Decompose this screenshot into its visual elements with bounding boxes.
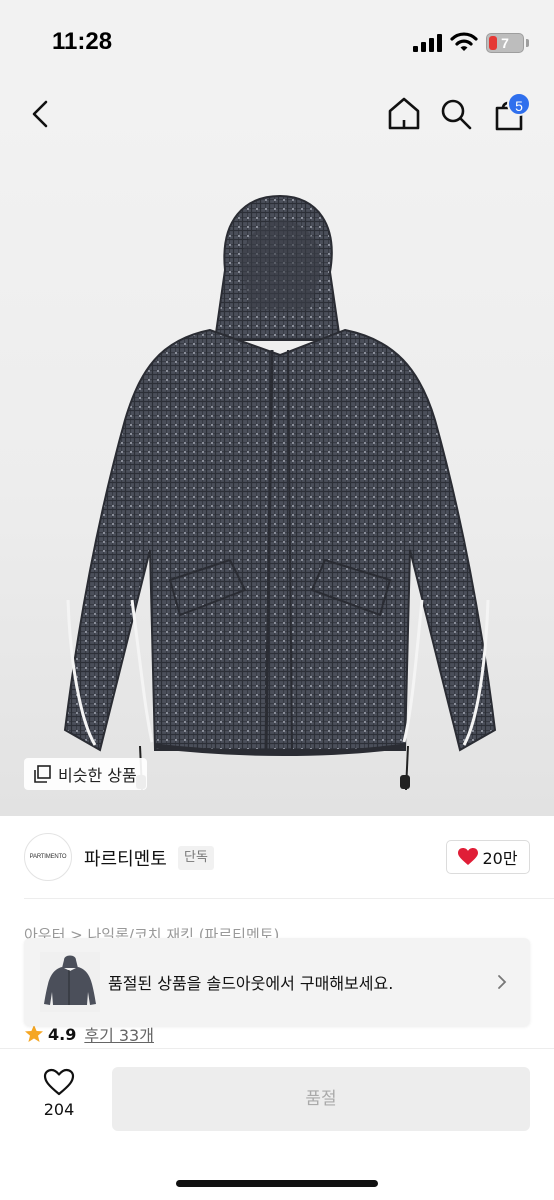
copy-icon	[34, 765, 51, 783]
soldout-message: 품절된 상품을 솔드아웃에서 구매해보세요.	[108, 974, 394, 993]
brand-like-count: 20만	[482, 849, 518, 868]
back-icon[interactable]	[20, 92, 64, 136]
buy-button-soldout[interactable]: 품절	[112, 1067, 530, 1131]
heart-outline-icon	[43, 1068, 75, 1096]
wishlist-count: 204	[43, 1100, 75, 1119]
chevron-right-icon	[498, 975, 507, 989]
wishlist-button[interactable]: 204	[30, 1068, 88, 1128]
popup-product-thumbnail	[40, 952, 100, 1012]
star-icon	[25, 1025, 43, 1042]
signal-icon	[413, 34, 442, 52]
home-indicator[interactable]	[176, 1180, 378, 1187]
rating-score: 4.9	[48, 1024, 77, 1044]
heart-filled-icon	[458, 848, 479, 865]
product-image-jacket[interactable]	[40, 190, 514, 800]
brand-name[interactable]: 파르티멘토	[84, 845, 167, 871]
exclusive-badge: 단독	[178, 846, 214, 870]
brand-like-button[interactable]: 20만	[446, 840, 530, 874]
search-icon[interactable]	[434, 92, 478, 136]
cart-count-badge: 5	[507, 92, 531, 116]
soldout-banner[interactable]: 품절된 상품을 솔드아웃에서 구매해보세요.	[24, 938, 530, 1026]
battery-level: 7	[501, 35, 509, 51]
brand-logo[interactable]: PARTIMENTO	[24, 833, 72, 881]
home-icon[interactable]	[382, 92, 426, 136]
wifi-icon	[450, 32, 478, 51]
battery-icon: 7	[486, 33, 524, 53]
status-time: 11:28	[52, 28, 113, 55]
brand-logo-text: PARTIMENTO	[29, 854, 67, 860]
divider	[24, 898, 554, 899]
status-bar: 11:28 7	[0, 0, 554, 88]
similar-products-button[interactable]: 비슷한 상품	[24, 758, 147, 790]
similar-products-label: 비슷한 상품	[58, 766, 137, 785]
battery-tip	[526, 39, 529, 47]
